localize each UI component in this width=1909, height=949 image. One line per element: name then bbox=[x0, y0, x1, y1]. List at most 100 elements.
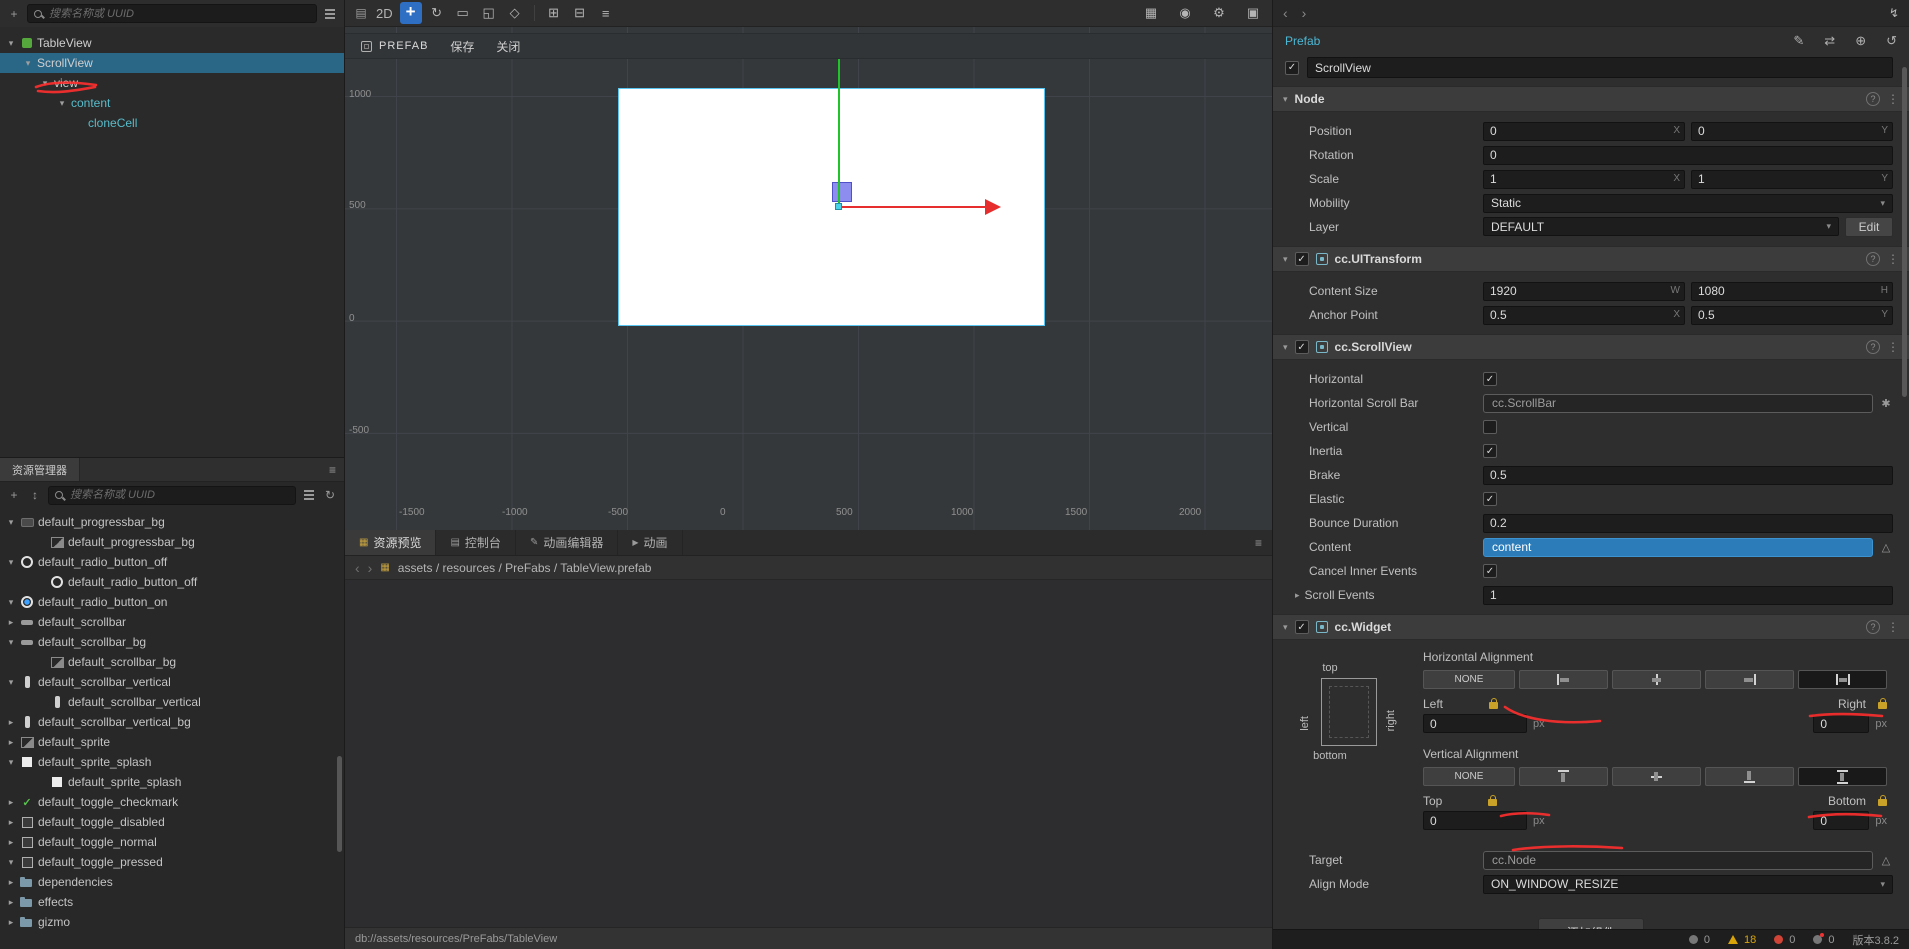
v-align-option-button[interactable] bbox=[1519, 767, 1608, 786]
expand-arrow-icon[interactable] bbox=[6, 757, 16, 768]
v-align-option-button[interactable] bbox=[1705, 767, 1794, 786]
h-align-option-button[interactable] bbox=[1705, 670, 1794, 689]
prefab-action-icon[interactable] bbox=[1793, 33, 1804, 49]
select-dropdown[interactable]: Static ▾ bbox=[1483, 194, 1893, 213]
scene-view-option-icon[interactable] bbox=[1208, 2, 1230, 24]
value-input-x[interactable] bbox=[1483, 122, 1685, 141]
section-menu-icon[interactable]: ⋮ bbox=[1887, 92, 1899, 106]
asset-row[interactable]: default_progressbar_bg bbox=[0, 532, 344, 552]
add-component-button[interactable]: 添加组件 bbox=[1538, 918, 1644, 929]
asset-row[interactable]: default_scrollbar_vertical bbox=[0, 692, 344, 712]
top-lock-icon[interactable] bbox=[1488, 799, 1497, 806]
node-name-input[interactable] bbox=[1307, 57, 1893, 78]
h-align-option-button[interactable] bbox=[1798, 670, 1887, 689]
asset-row[interactable]: default_toggle_pressed bbox=[0, 852, 344, 872]
hierarchy-node-row[interactable]: content bbox=[0, 93, 344, 113]
content-node-rect[interactable] bbox=[832, 182, 852, 202]
object-reference-field[interactable]: content bbox=[1483, 538, 1873, 557]
value-input-y[interactable] bbox=[1691, 170, 1893, 189]
asset-row[interactable]: effects bbox=[0, 892, 344, 912]
section-menu-icon[interactable]: ⋮ bbox=[1887, 620, 1899, 634]
hierarchy-filter-icon[interactable] bbox=[322, 6, 338, 22]
assets-panel-tab[interactable]: 资源管理器 bbox=[0, 458, 80, 481]
section-header[interactable]: ▾ Node ? ⋮ bbox=[1273, 86, 1909, 112]
right-value-input[interactable] bbox=[1813, 714, 1869, 733]
expand-arrow-icon[interactable] bbox=[23, 58, 33, 69]
gizmo-x-axis-arrowhead[interactable] bbox=[985, 199, 1001, 215]
h-align-option-button[interactable] bbox=[1612, 670, 1701, 689]
transform-tool-icon[interactable] bbox=[426, 2, 448, 24]
component-enabled-checkbox[interactable] bbox=[1295, 340, 1309, 354]
property-checkbox[interactable] bbox=[1483, 492, 1497, 506]
asset-row[interactable]: default_scrollbar bbox=[0, 612, 344, 632]
snap-tool-icon[interactable] bbox=[595, 2, 617, 24]
asset-row[interactable]: default_radio_button_off bbox=[0, 572, 344, 592]
property-checkbox[interactable] bbox=[1483, 564, 1497, 578]
asset-row[interactable]: default_radio_button_off bbox=[0, 552, 344, 572]
assets-filter-icon[interactable] bbox=[301, 487, 317, 503]
asset-row[interactable]: default_progressbar_bg bbox=[0, 512, 344, 532]
target-object-field[interactable]: cc.Node bbox=[1483, 851, 1873, 870]
asset-row[interactable]: default_scrollbar_vertical_bg bbox=[0, 712, 344, 732]
breadcrumb-forward-icon[interactable]: › bbox=[368, 560, 373, 576]
notification-icon[interactable] bbox=[1813, 935, 1822, 944]
hierarchy-node-row[interactable]: TableView bbox=[0, 33, 344, 53]
hierarchy-node-row[interactable]: ScrollView bbox=[0, 53, 344, 73]
component-enabled-checkbox[interactable] bbox=[1295, 252, 1309, 266]
gizmo-x-axis[interactable] bbox=[839, 206, 985, 208]
assets-scrollbar[interactable] bbox=[337, 756, 342, 852]
sort-assets-icon[interactable]: ↕ bbox=[27, 487, 43, 503]
snap-tool-icon[interactable] bbox=[569, 2, 591, 24]
value-input-x[interactable] bbox=[1483, 306, 1685, 325]
prefab-action-icon[interactable] bbox=[1824, 33, 1835, 49]
select-dropdown[interactable]: DEFAULT ▾ bbox=[1483, 217, 1839, 236]
node-picker-icon[interactable] bbox=[1879, 854, 1893, 867]
collapse-arrow-icon[interactable]: ▾ bbox=[1283, 94, 1288, 105]
expand-arrow-icon[interactable] bbox=[6, 737, 16, 748]
bottom-panel-tab[interactable]: 动画编辑器 bbox=[516, 530, 618, 555]
message-count-icon[interactable] bbox=[1689, 935, 1698, 944]
expand-arrow-icon[interactable] bbox=[6, 677, 16, 688]
bottom-panel-tab[interactable]: 动画 bbox=[618, 530, 682, 555]
create-node-icon[interactable]: + bbox=[6, 6, 22, 22]
assets-menu-icon[interactable]: ≡ bbox=[329, 463, 344, 477]
collapse-arrow-icon[interactable]: ▾ bbox=[1283, 342, 1288, 353]
h-align-option-button[interactable] bbox=[1519, 670, 1608, 689]
help-icon[interactable]: ? bbox=[1866, 340, 1880, 354]
expand-arrow-icon[interactable] bbox=[6, 857, 16, 868]
object-picker-icon[interactable] bbox=[1879, 541, 1893, 554]
assets-search-input[interactable] bbox=[68, 488, 289, 502]
prefab-save-button[interactable]: 保存 bbox=[450, 38, 474, 55]
bottom-lock-icon[interactable] bbox=[1878, 799, 1887, 806]
left-value-input[interactable] bbox=[1423, 714, 1527, 733]
value-input[interactable] bbox=[1483, 514, 1893, 533]
right-lock-icon[interactable] bbox=[1878, 702, 1887, 709]
value-input-y[interactable] bbox=[1691, 282, 1893, 301]
asset-row[interactable]: gizmo bbox=[0, 912, 344, 932]
section-header[interactable]: ▾ cc.UITransform ? ⋮ bbox=[1273, 246, 1909, 272]
panel-toggle-icon[interactable]: ▤ bbox=[353, 5, 369, 21]
help-icon[interactable]: ? bbox=[1866, 620, 1880, 634]
asset-row[interactable]: default_sprite_splash bbox=[0, 772, 344, 792]
left-lock-icon[interactable] bbox=[1489, 702, 1498, 709]
component-enabled-checkbox[interactable] bbox=[1295, 620, 1309, 634]
expand-arrow-icon[interactable] bbox=[6, 817, 16, 828]
asset-row[interactable]: default_scrollbar_bg bbox=[0, 632, 344, 652]
object-reference-field[interactable]: cc.ScrollBar bbox=[1483, 394, 1873, 413]
help-icon[interactable]: ? bbox=[1866, 92, 1880, 106]
asset-row[interactable]: default_scrollbar_vertical bbox=[0, 672, 344, 692]
expand-arrow-icon[interactable] bbox=[6, 837, 16, 848]
value-input[interactable] bbox=[1483, 586, 1893, 605]
inspector-forward-icon[interactable]: › bbox=[1302, 5, 1307, 21]
help-icon[interactable]: ? bbox=[1866, 252, 1880, 266]
transform-tool-icon[interactable] bbox=[452, 2, 474, 24]
hierarchy-search[interactable] bbox=[27, 4, 317, 23]
expand-arrow-icon[interactable] bbox=[57, 98, 67, 109]
tabs-menu-icon[interactable]: ≡ bbox=[1245, 530, 1272, 555]
property-checkbox[interactable] bbox=[1483, 420, 1497, 434]
expand-arrow-icon[interactable] bbox=[6, 557, 16, 568]
asset-row[interactable]: default_toggle_checkmark bbox=[0, 792, 344, 812]
value-input[interactable] bbox=[1483, 466, 1893, 485]
bottom-value-input[interactable] bbox=[1813, 811, 1869, 830]
asset-row[interactable]: default_radio_button_on bbox=[0, 592, 344, 612]
